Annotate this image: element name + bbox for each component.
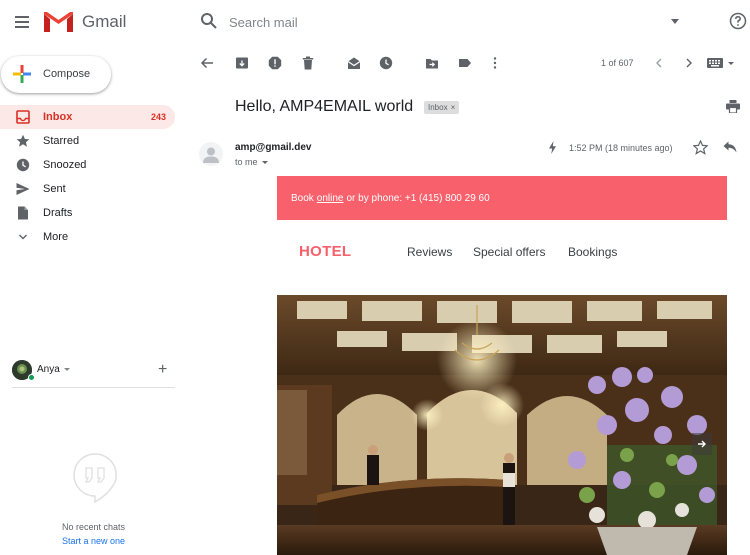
- compose-label: Compose: [43, 68, 91, 80]
- report-spam-icon[interactable]: [268, 56, 282, 70]
- nav-link-bookings[interactable]: Bookings: [568, 245, 617, 259]
- booking-banner: Book online or by phone: +1 (415) 800 29…: [277, 176, 727, 220]
- no-chats-text: No recent chats: [61, 522, 126, 532]
- print-icon[interactable]: [726, 100, 740, 113]
- top-bar: Gmail: [0, 0, 750, 44]
- main-menu-button[interactable]: [10, 10, 34, 34]
- carousel-next-button[interactable]: [692, 433, 712, 455]
- chevron-down-icon: [19, 234, 27, 240]
- email-subject: Hello, AMP4EMAIL world: [235, 98, 414, 115]
- keyboard-icon[interactable]: [707, 58, 723, 68]
- banner-suffix: or by phone: +1 (415) 800 29 60: [346, 192, 490, 204]
- mark-unread-icon[interactable]: [347, 56, 361, 70]
- sidebar-item-label: Inbox: [43, 111, 73, 123]
- delete-icon[interactable]: [301, 56, 315, 70]
- sidebar-nav: Inbox 243 Starred Snoozed Sent Drafts Mo…: [0, 105, 175, 249]
- sender-avatar[interactable]: [199, 142, 223, 166]
- label-icon[interactable]: [458, 56, 472, 70]
- reply-icon[interactable]: [723, 141, 737, 153]
- archive-icon[interactable]: [235, 56, 249, 70]
- star-toggle-icon[interactable]: [693, 140, 708, 155]
- plus-icon: [13, 65, 31, 83]
- sidebar-item-snoozed[interactable]: Snoozed: [0, 153, 175, 177]
- hotel-lobby-image: [277, 295, 727, 555]
- online-status-icon: [28, 374, 35, 381]
- nav-link-special-offers[interactable]: Special offers: [473, 245, 546, 259]
- sidebar-item-drafts[interactable]: Drafts: [0, 201, 175, 225]
- label-chip-text: Inbox: [428, 103, 448, 112]
- sidebar-item-label: Snoozed: [43, 159, 87, 171]
- chevron-right-icon[interactable]: [683, 56, 695, 70]
- help-icon[interactable]: [729, 12, 747, 30]
- sidebar-item-inbox[interactable]: Inbox 243: [0, 105, 175, 129]
- search-icon[interactable]: [200, 12, 218, 30]
- recipient-details-caret-icon: [261, 161, 268, 165]
- more-vert-icon[interactable]: [488, 56, 502, 70]
- email-timestamp: 1:52 PM (18 minutes ago): [569, 143, 673, 153]
- sidebar-item-starred[interactable]: Starred: [0, 129, 175, 153]
- user-menu-caret-icon[interactable]: [64, 368, 70, 371]
- pagination-text: 1 of 607: [601, 58, 634, 68]
- amp-lightning-icon: [549, 141, 556, 154]
- sidebar-item-sent[interactable]: Sent: [0, 177, 175, 201]
- input-tools-caret-icon[interactable]: [728, 62, 734, 65]
- user-name: Anya: [37, 364, 60, 375]
- nav-link-reviews[interactable]: Reviews: [407, 245, 452, 259]
- recipient-details[interactable]: to me: [235, 157, 268, 167]
- search-options-icon[interactable]: [671, 19, 679, 24]
- banner-prefix: Book: [291, 192, 314, 204]
- inbox-icon: [16, 110, 30, 124]
- search-input[interactable]: [222, 10, 662, 34]
- snooze-icon[interactable]: [379, 56, 393, 70]
- draft-icon: [18, 206, 28, 220]
- hotel-brand[interactable]: HOTEL: [299, 243, 351, 260]
- sidebar-item-label: Drafts: [43, 207, 73, 219]
- sidebar-item-label: Starred: [43, 135, 80, 147]
- star-icon: [16, 134, 30, 147]
- inbox-label-chip: Inbox ×: [424, 101, 460, 114]
- sidebar-item-label: Sent: [43, 183, 66, 195]
- sidebar-item-label: More: [43, 231, 69, 243]
- remove-label-icon[interactable]: ×: [451, 103, 456, 112]
- send-icon: [16, 183, 30, 195]
- gmail-logo-icon[interactable]: [44, 10, 73, 32]
- recipient-text: to me: [235, 157, 258, 167]
- new-chat-plus-icon[interactable]: +: [158, 361, 167, 379]
- unread-count: 243: [150, 112, 166, 122]
- compose-button[interactable]: Compose: [1, 56, 111, 93]
- hangouts-empty-icon: [73, 453, 117, 504]
- clock-icon: [16, 158, 30, 172]
- start-new-chat-link[interactable]: Start a new one: [0, 536, 187, 546]
- sidebar-item-more[interactable]: More: [0, 225, 175, 249]
- app-name: Gmail: [82, 12, 127, 31]
- arrow-right-icon: [698, 440, 706, 448]
- hangouts-user[interactable]: Anya +: [12, 360, 175, 388]
- move-to-icon[interactable]: [425, 56, 439, 70]
- book-online-link[interactable]: online: [317, 193, 344, 204]
- chevron-left-icon[interactable]: [653, 56, 665, 70]
- sender-email[interactable]: amp@gmail.dev: [235, 142, 311, 153]
- back-arrow-icon[interactable]: [200, 56, 214, 70]
